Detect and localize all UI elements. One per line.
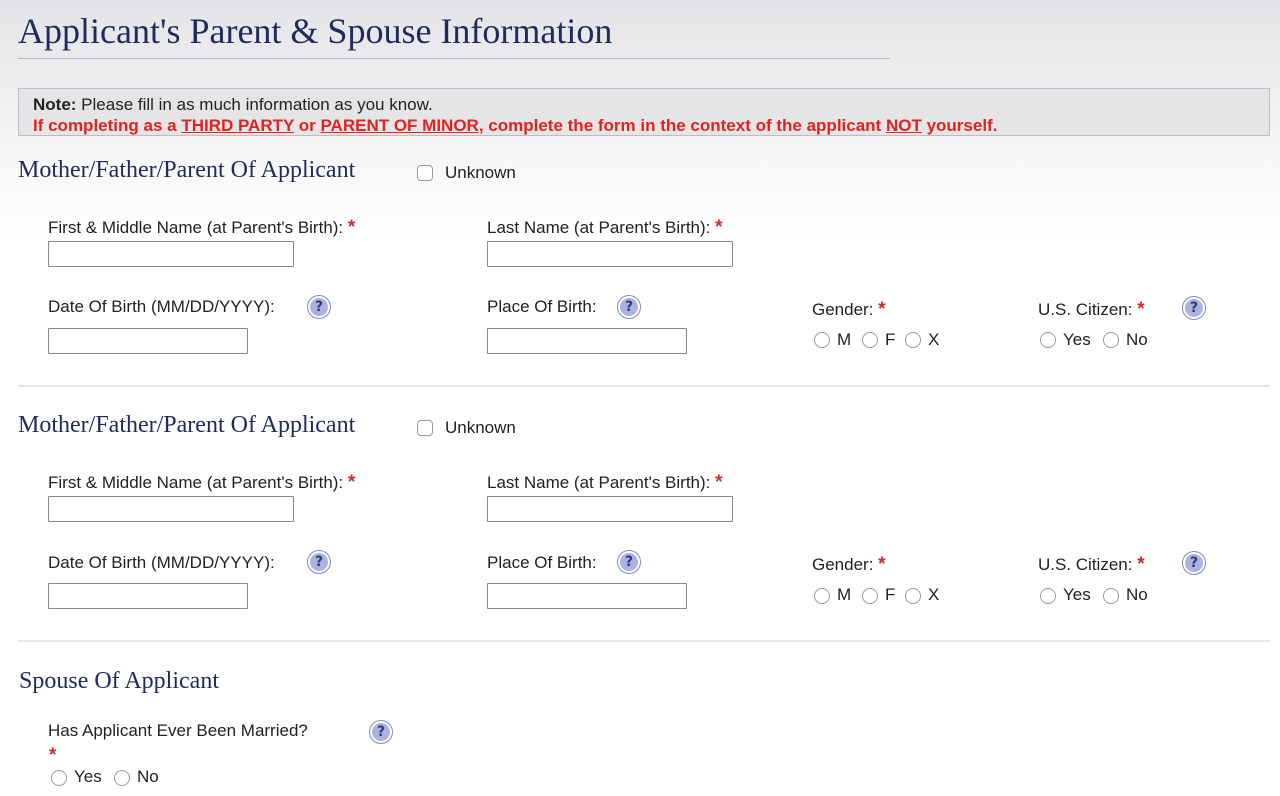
married-no-radio[interactable] [114,770,130,786]
note-line: Note: Please fill in as much information… [33,94,1269,115]
required-star: * [49,745,57,766]
parent-2-gender-x-radio[interactable] [905,588,921,604]
parent-2-last-name-label: Last Name (at Parent's Birth): * [487,472,723,494]
title-divider [18,58,890,59]
parent-2-first-name-label: First & Middle Name (at Parent's Birth):… [48,472,355,494]
label-text: First & Middle Name (at Parent's Birth): [48,218,344,237]
parent-1-dob-input[interactable] [48,328,248,354]
parent-2-dob-input[interactable] [48,583,248,609]
parent-2-gender-m-radio[interactable] [814,588,830,604]
required-star: * [715,472,723,493]
parent-2-citizen-yes-radio[interactable] [1040,588,1056,604]
citizen-option-label: Yes [1063,330,1091,349]
parent-1-dob-label: Date Of Birth (MM/DD/YYYY): [48,297,275,316]
required-star: * [347,217,356,238]
parent-2-dob-label: Date Of Birth (MM/DD/YYYY): [48,553,275,572]
gender-option-label: X [928,585,940,604]
label-text: Last Name (at Parent's Birth): [487,473,711,492]
note-text: Please fill in as much information as yo… [76,95,433,114]
label-text: Gender: [812,555,874,574]
section-divider [18,640,1270,642]
required-star: * [1137,299,1145,320]
married-yes-radio[interactable] [51,770,67,786]
parent-2-gender-f-radio[interactable] [862,588,878,604]
section-divider [18,385,1270,387]
parent-2-citizen-label: U.S. Citizen: * [1038,554,1145,576]
warning-text: , complete the form in the context of th… [478,116,886,135]
parent-1-last-name-input[interactable] [487,241,733,267]
parent-2-pob-label: Place Of Birth: [487,553,597,572]
warning-text: or [294,116,321,135]
required-star: * [1137,554,1145,575]
gender-option-label: X [928,330,940,349]
note-box: Note: Please fill in as much information… [18,88,1270,136]
parent-1-citizen-yes-radio[interactable] [1040,332,1056,348]
married-question-label: Has Applicant Ever Been Married? [48,721,308,740]
parent-2-last-name-input[interactable] [487,496,733,522]
parent-1-gender-label: Gender: * [812,299,886,321]
parent-1-title: Mother/Father/Parent Of Applicant [18,157,356,183]
question-mark-circle-icon[interactable]: ? [1183,297,1205,319]
parent-1-gender-m-radio[interactable] [814,332,830,348]
parent-1-unknown-label: Unknown [445,163,516,182]
parent-1-gender-x-radio[interactable] [905,332,921,348]
gender-option-label: M [837,330,852,349]
page-title: Applicant's Parent & Spouse Information [18,11,613,51]
married-option-label: Yes [74,767,102,786]
required-star: * [347,472,356,493]
question-mark-circle-icon[interactable]: ? [1183,552,1205,574]
parent-2-unknown-checkbox[interactable] [417,420,433,436]
citizen-option-label: Yes [1063,585,1091,604]
warning-not: NOT [885,116,922,135]
warning-text: yourself. [921,116,998,135]
citizen-option-label: No [1126,585,1148,604]
question-mark-circle-icon[interactable]: ? [308,296,330,318]
required-star: * [878,554,886,575]
label-text: U.S. Citizen: [1038,300,1133,319]
parent-1-gender-f-radio[interactable] [862,332,878,348]
third-party-warning: If completing as a THIRD PARTY or PARENT… [33,115,1269,136]
parent-2-citizen-no-radio[interactable] [1103,588,1119,604]
warning-text: If completing as a [33,116,182,135]
parent-2-gender-label: Gender: * [812,554,886,576]
parent-1-citizen-label: U.S. Citizen: * [1038,299,1145,321]
citizen-option-label: No [1126,330,1148,349]
gender-option-label: F [885,585,896,604]
parent-2-unknown-label: Unknown [445,418,516,437]
gender-option-label: F [885,330,896,349]
required-star: * [878,299,886,320]
warning-parent-of-minor: PARENT OF MINOR [320,116,479,135]
required-star: * [715,217,723,238]
parent-1-first-name-label: First & Middle Name (at Parent's Birth):… [48,217,355,239]
question-mark-circle-icon[interactable]: ? [618,296,640,318]
parent-2-first-name-input[interactable] [48,496,294,522]
label-text: Last Name (at Parent's Birth): [487,218,711,237]
parent-1-last-name-label: Last Name (at Parent's Birth): * [487,217,723,239]
parent-1-first-name-input[interactable] [48,241,294,267]
parent-1-pob-input[interactable] [487,328,687,354]
label-text: First & Middle Name (at Parent's Birth): [48,473,344,492]
parent-1-unknown-checkbox[interactable] [417,165,433,181]
warning-third-party: THIRD PARTY [181,116,295,135]
question-mark-circle-icon[interactable]: ? [618,551,640,573]
parent-1-pob-label: Place Of Birth: [487,297,597,316]
married-option-label: No [137,767,159,786]
parent-2-pob-input[interactable] [487,583,687,609]
parent-1-citizen-no-radio[interactable] [1103,332,1119,348]
spouse-title: Spouse Of Applicant [19,668,219,694]
note-label: Note: [33,95,77,114]
parent-2-title: Mother/Father/Parent Of Applicant [18,412,356,438]
label-text: Gender: [812,300,874,319]
label-text: U.S. Citizen: [1038,555,1133,574]
question-mark-circle-icon[interactable]: ? [370,721,392,743]
gender-option-label: M [837,585,852,604]
question-mark-circle-icon[interactable]: ? [308,551,330,573]
